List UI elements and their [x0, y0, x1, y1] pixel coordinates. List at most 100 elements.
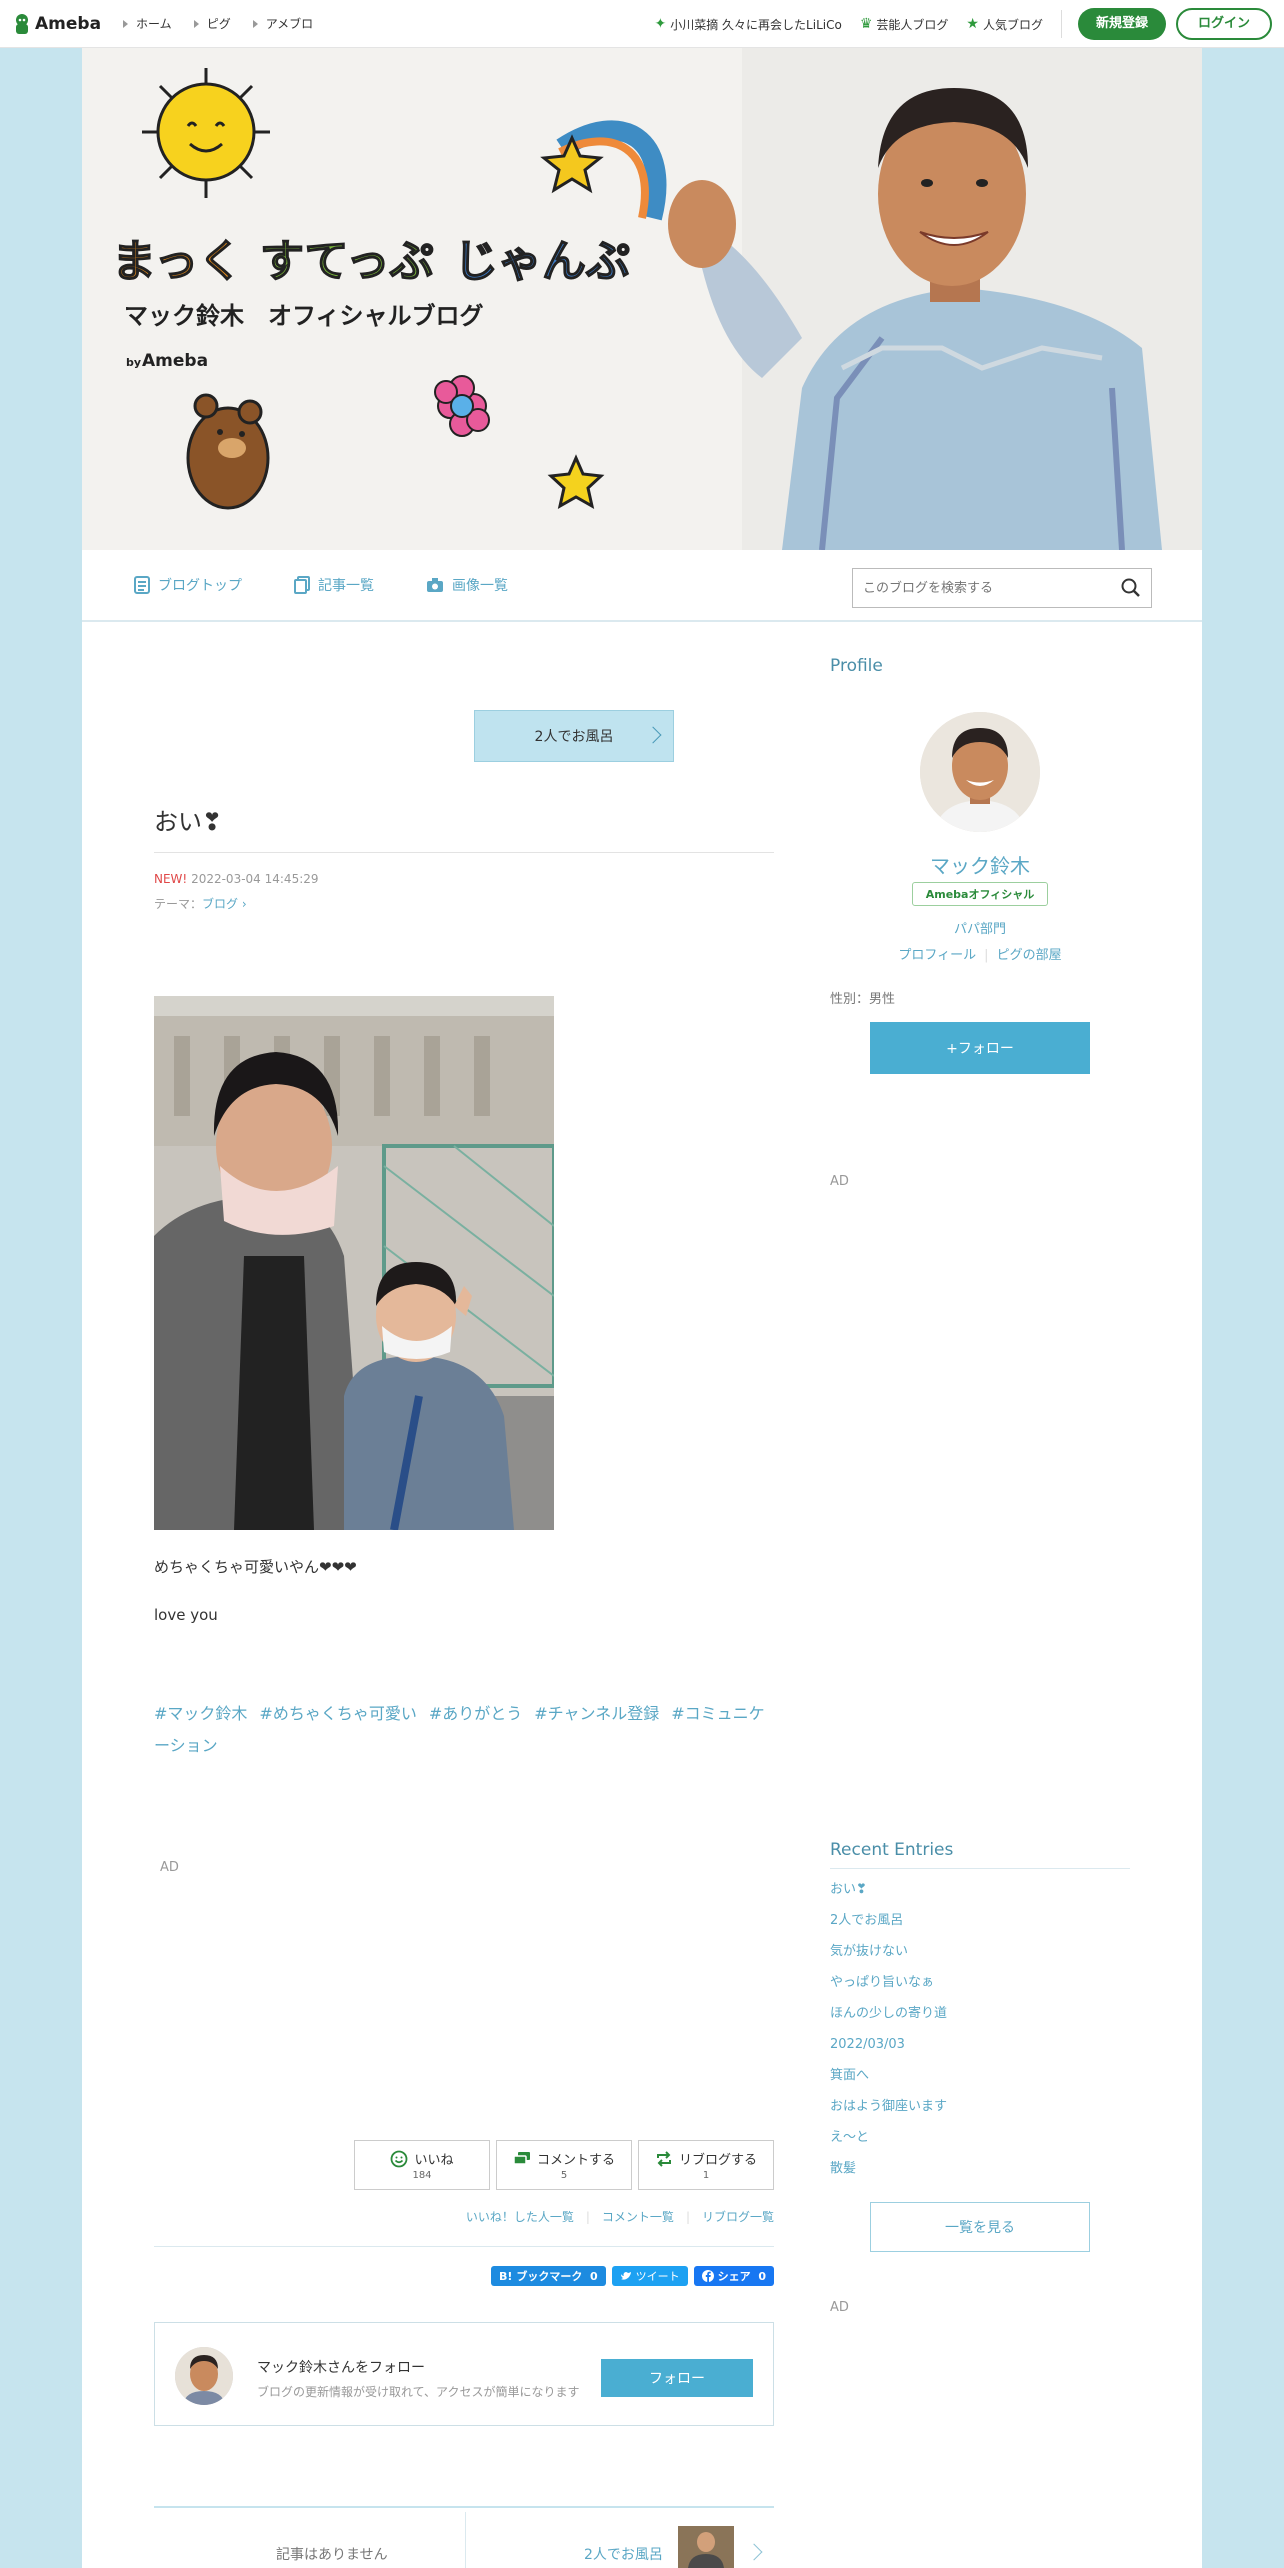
recent-entry-link[interactable]: ほんの少しの寄り道 [830, 2003, 1130, 2034]
article-body-line: love you [154, 1606, 218, 1624]
header-subtitle: マック鈴木 オフィシャルブログ [124, 302, 484, 330]
sidebar-follow-button[interactable]: +フォロー [870, 1022, 1090, 1074]
topic-label: 小川菜摘 久々に再会したLiLiCo [670, 17, 842, 32]
comment-button[interactable]: コメントする 5 [496, 2140, 632, 2190]
comment-count: 5 [560, 2170, 568, 2181]
global-header: Ameba ホーム ピグ アメブロ ✦ 小川菜摘 久々に再会したLiLiCo ♛ 芸… [0, 0, 1284, 48]
nav-image-list-label: 画像一覧 [452, 578, 508, 594]
liked-users-link[interactable]: いいね！した人一覧 [466, 2210, 574, 2224]
profile-link[interactable]: プロフィール [898, 948, 976, 963]
ameba-logo[interactable]: Ameba [12, 12, 101, 36]
recent-entry-link[interactable]: 2人でお風呂 [830, 1910, 1130, 1941]
recent-entry-link[interactable]: 散髪 [830, 2158, 1130, 2189]
nav-home-label: ホーム [136, 17, 172, 31]
hashtag[interactable]: #チャンネル登録 [534, 1704, 659, 1723]
header-person-photo [668, 48, 1202, 550]
article-theme: テーマ：ブログ › [154, 895, 247, 912]
header-by-brand: Ameba [142, 351, 208, 371]
hashtag[interactable]: #めちゃくちゃ可愛い [259, 1704, 416, 1723]
follow-title: マック鈴木さんをフォロー [257, 2360, 425, 2376]
bear-icon [186, 393, 270, 510]
hatena-bookmark-button[interactable]: B! ブックマーク 0 [490, 2266, 606, 2286]
thumbnail-image [678, 2526, 734, 2568]
profile-avatar-image [920, 712, 1040, 832]
recent-entry-link[interactable]: 気が抜けない [830, 1941, 1130, 1972]
nav-home[interactable]: ホーム [123, 15, 172, 32]
chevron-right-icon[interactable] [745, 2543, 763, 2561]
reblog-icon [656, 2150, 671, 2167]
reblog-count: 1 [702, 2170, 710, 2181]
comment-list-link[interactable]: コメント一覧 [602, 2210, 674, 2224]
search-icon[interactable] [1111, 569, 1151, 607]
profile-heading: Profile [830, 656, 883, 676]
divider [154, 2246, 774, 2247]
login-button[interactable]: ログイン [1175, 8, 1272, 40]
register-button[interactable]: 新規登録 [1077, 8, 1166, 40]
recent-entry-link[interactable]: え〜と [830, 2127, 1130, 2158]
nav-blog-top-label: ブログトップ [158, 578, 242, 594]
nav-ameblo[interactable]: アメブロ [252, 15, 313, 32]
comment-label: コメントする [536, 2153, 615, 2168]
avatar [175, 2347, 233, 2405]
comment-icon [513, 2151, 530, 2165]
follow-button[interactable]: フォロー [601, 2359, 753, 2397]
next-entry-thumbnail[interactable] [678, 2526, 734, 2568]
recent-entry-link[interactable]: 箕面へ [830, 2065, 1130, 2096]
nav-pig[interactable]: ピグ [193, 15, 231, 32]
nav-pig-label: ピグ [206, 17, 231, 31]
profile-name[interactable]: マック鈴木 [830, 850, 1130, 879]
theme-link[interactable]: ブログ [202, 897, 238, 911]
topic-link[interactable]: ✦ 小川菜摘 久々に再会したLiLiCo [655, 16, 842, 33]
hashtag[interactable]: #ありがとう [429, 1704, 522, 1723]
follow-description: ブログの更新情報が受け取れて、アクセスが簡単になります [257, 2385, 580, 2399]
article-body-line: めちゃくちゃ可愛いやん❤❤❤ [154, 1558, 357, 1576]
facebook-icon [701, 2270, 714, 2282]
share-buttons: B! ブックマーク 0 ツイート シェア 0 [485, 2266, 774, 2286]
triangle-icon [123, 19, 129, 28]
pig-room-link[interactable]: ピグの部屋 [997, 948, 1062, 963]
reblog-button[interactable]: リブログする 1 [638, 2140, 774, 2190]
recent-entry-link[interactable]: 2022/03/03 [830, 2034, 1130, 2065]
recent-heading: Recent Entries [830, 1840, 1130, 1869]
tweet-button[interactable]: ツイート [611, 2266, 688, 2286]
divider [1060, 10, 1062, 38]
nav-blog-top[interactable]: ブログトップ [134, 575, 242, 595]
profile-gender: 性別：男性 [830, 992, 896, 1007]
blog-header-image[interactable]: まっく すてっぷ じゃんぷ マック鈴木 オフィシャルブログ by Ameba [82, 48, 1202, 550]
header-title-c: じゃんぷ [454, 236, 630, 287]
profile-avatar[interactable] [920, 712, 1040, 832]
like-button[interactable]: いいね 184 [354, 2140, 490, 2190]
profile-category[interactable]: パパ部門 [830, 918, 1130, 937]
separator: | [685, 2210, 690, 2224]
view-all-button[interactable]: 一覧を見る [870, 2202, 1090, 2252]
next-entry-button[interactable]: 2人でお風呂 [474, 710, 674, 762]
search-input[interactable] [853, 569, 1111, 607]
recent-entry-link[interactable]: おい❣ [830, 1879, 1130, 1910]
reblog-list-link[interactable]: リブログ一覧 [702, 2210, 774, 2224]
next-entry-link[interactable]: 2人でお風呂 [584, 2544, 663, 2564]
fb-count: 0 [758, 2269, 766, 2283]
facebook-share-button[interactable]: シェア 0 [693, 2266, 774, 2286]
official-badge: Amebaオフィシャル [912, 882, 1048, 906]
celeb-blog-link[interactable]: ♛ 芸能人ブログ [860, 16, 949, 33]
popular-blog-link[interactable]: ★ 人気ブログ [966, 16, 1043, 33]
ameba-mascot-icon [16, 13, 28, 34]
divider [154, 852, 774, 853]
tweet-label: ツイート [635, 2270, 680, 2283]
article-photo[interactable] [154, 996, 554, 1530]
triangle-icon [252, 19, 258, 28]
photo-content [154, 996, 554, 1530]
follow-box: マック鈴木さんをフォロー ブログの更新情報が受け取れて、アクセスが簡単になります… [154, 2322, 774, 2426]
header-by: by [126, 356, 141, 369]
recent-entry-link[interactable]: やっぱり旨いなぁ [830, 1972, 1130, 2003]
nav-image-list[interactable]: 画像一覧 [426, 575, 508, 595]
avatar-image [175, 2347, 233, 2405]
hatena-icon: B! [498, 2269, 513, 2283]
nav-entry-list[interactable]: 記事一覧 [294, 575, 374, 595]
header-title-a: まっく [112, 236, 242, 287]
theme-label: テーマ： [154, 897, 203, 911]
chevron-right-icon [644, 726, 662, 744]
blog-page: まっく すてっぷ じゃんぷ マック鈴木 オフィシャルブログ by Ameba ブ… [82, 48, 1202, 2568]
hashtag[interactable]: #マック鈴木 [154, 1704, 247, 1723]
recent-entry-link[interactable]: おはよう御座います [830, 2096, 1130, 2127]
